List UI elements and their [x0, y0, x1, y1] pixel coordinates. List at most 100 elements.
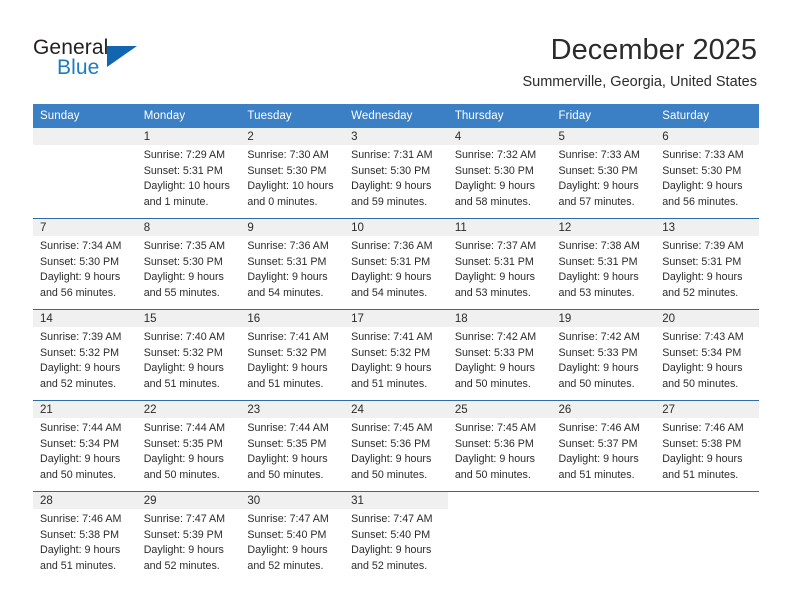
calendar-day-cell[interactable]: 31 Sunrise: 7:47 AM Sunset: 5:40 PM Dayligh… — [344, 492, 448, 582]
day-number: 26 — [551, 401, 656, 418]
day-number — [655, 492, 759, 509]
day-detail-line: Sunset: 5:36 PM — [454, 437, 534, 450]
day-number: 8 — [136, 219, 241, 236]
calendar-day-cell[interactable]: 29 Sunrise: 7:47 AM Sunset: 5:39 PM Dayligh… — [136, 492, 241, 582]
day-detail-line: Sunset: 5:31 PM — [454, 255, 534, 268]
calendar-day-cell[interactable]: 8 Sunrise: 7:35 AM Sunset: 5:30 PM Daylight… — [136, 219, 241, 309]
day-detail-line: Sunset: 5:30 PM — [351, 164, 431, 177]
day-detail-line: Sunset: 5:30 PM — [558, 164, 638, 177]
day-detail-line: Sunrise: 7:32 AM — [454, 149, 537, 161]
day-detail-line: Sunset: 5:31 PM — [143, 164, 223, 177]
day-detail-line: and 50 minutes. — [662, 377, 739, 390]
day-detail-line: Daylight: 9 hours — [351, 271, 432, 284]
day-detail-line: and 52 minutes. — [247, 559, 324, 572]
calendar-day-cell[interactable]: 1 Sunrise: 7:29 AM Sunset: 5:31 PM Daylight… — [136, 128, 241, 218]
day-detail-line: and 57 minutes. — [558, 195, 635, 208]
day-detail-line: and 53 minutes. — [454, 286, 531, 299]
day-detail-line: Sunset: 5:33 PM — [454, 346, 534, 359]
day-detail-line: Daylight: 9 hours — [558, 453, 639, 466]
calendar-week-row: 14 Sunrise: 7:39 AM Sunset: 5:32 PM Dayligh… — [33, 309, 759, 401]
weekday-header-saturday: Saturday — [655, 104, 759, 128]
calendar-day-cell[interactable]: 9 Sunrise: 7:36 AM Sunset: 5:31 PM Daylight… — [240, 219, 345, 309]
day-number: 21 — [33, 401, 137, 418]
day-detail-line: Sunrise: 7:36 AM — [351, 240, 433, 252]
calendar-day-cell[interactable]: 15 Sunrise: 7:40 AM Sunset: 5:32 PM Dayligh… — [136, 310, 241, 400]
day-detail-line: Sunset: 5:35 PM — [247, 437, 327, 450]
day-number: 19 — [551, 310, 656, 327]
day-detail-line: Daylight: 9 hours — [247, 544, 328, 557]
calendar-day-cell[interactable]: 6 Sunrise: 7:33 AM Sunset: 5:30 PM Daylight… — [655, 128, 759, 218]
day-detail-line: Sunset: 5:34 PM — [40, 437, 120, 450]
calendar-day-cell[interactable]: 3 Sunrise: 7:31 AM Sunset: 5:30 PM Daylight… — [344, 128, 448, 218]
day-number: 3 — [344, 128, 448, 145]
day-detail-line: Sunset: 5:31 PM — [351, 255, 431, 268]
calendar-day-cell[interactable]: 30 Sunrise: 7:47 AM Sunset: 5:40 PM Dayligh… — [240, 492, 345, 582]
calendar-week-row: 28 Sunrise: 7:46 AM Sunset: 5:38 PM Dayligh… — [33, 491, 759, 582]
day-details: Sunrise: 7:46 AM Sunset: 5:37 PM Daylight:… — [552, 418, 656, 483]
day-detail-line: Daylight: 9 hours — [662, 271, 743, 284]
day-detail-line: Daylight: 10 hours — [143, 180, 230, 193]
calendar-day-cell[interactable]: 26 Sunrise: 7:46 AM Sunset: 5:37 PM Dayligh… — [551, 401, 656, 491]
calendar-page: General Blue December 2025 Summerville, … — [0, 0, 792, 612]
day-number: 28 — [33, 492, 137, 509]
calendar-day-cell[interactable]: 28 Sunrise: 7:46 AM Sunset: 5:38 PM Dayligh… — [33, 492, 137, 582]
day-details: Sunrise: 7:43 AM Sunset: 5:34 PM Daylight:… — [655, 327, 759, 392]
calendar-day-cell[interactable]: 22 Sunrise: 7:44 AM Sunset: 5:35 PM Dayligh… — [136, 401, 241, 491]
day-detail-line: and 50 minutes. — [143, 468, 220, 481]
day-detail-line: Sunrise: 7:35 AM — [143, 240, 226, 252]
day-detail-line: Sunset: 5:32 PM — [143, 346, 223, 359]
calendar-day-cell[interactable]: 27 Sunrise: 7:46 AM Sunset: 5:38 PM Dayligh… — [655, 401, 759, 491]
day-detail-line: Sunset: 5:31 PM — [662, 255, 742, 268]
day-detail-line: Daylight: 9 hours — [40, 453, 121, 466]
calendar-day-cell[interactable]: 24 Sunrise: 7:45 AM Sunset: 5:36 PM Dayligh… — [344, 401, 448, 491]
day-detail-line: and 55 minutes. — [143, 286, 220, 299]
calendar-header-row: Sunday Monday Tuesday Wednesday Thursday… — [33, 104, 759, 128]
calendar-day-cell[interactable]: 4 Sunrise: 7:32 AM Sunset: 5:30 PM Daylight… — [447, 128, 552, 218]
day-number: 5 — [551, 128, 656, 145]
calendar-day-cell[interactable]: 14 Sunrise: 7:39 AM Sunset: 5:32 PM Dayligh… — [33, 310, 137, 400]
day-details: Sunrise: 7:37 AM Sunset: 5:31 PM Daylight:… — [448, 236, 552, 301]
day-number — [33, 128, 137, 145]
calendar-day-cell[interactable]: 18 Sunrise: 7:42 AM Sunset: 5:33 PM Dayligh… — [447, 310, 552, 400]
day-number: 30 — [240, 492, 345, 509]
day-number: 7 — [33, 219, 137, 236]
day-number: 25 — [447, 401, 552, 418]
day-details — [655, 509, 759, 512]
day-details: Sunrise: 7:42 AM Sunset: 5:33 PM Daylight:… — [448, 327, 552, 392]
calendar-day-cell[interactable]: 12 Sunrise: 7:38 AM Sunset: 5:31 PM Dayligh… — [551, 219, 656, 309]
brand-logo[interactable]: General Blue — [33, 36, 233, 88]
day-detail-line: Sunrise: 7:29 AM — [143, 149, 226, 161]
calendar-day-cell[interactable]: 21 Sunrise: 7:44 AM Sunset: 5:34 PM Dayligh… — [33, 401, 137, 491]
day-number: 20 — [655, 310, 759, 327]
calendar-day-cell[interactable]: 23 Sunrise: 7:44 AM Sunset: 5:35 PM Dayligh… — [240, 401, 345, 491]
weekday-header-wednesday: Wednesday — [344, 104, 448, 128]
day-detail-line: Sunset: 5:40 PM — [247, 528, 327, 541]
day-detail-line: and 51 minutes. — [247, 377, 324, 390]
day-detail-line: and 53 minutes. — [558, 286, 635, 299]
calendar-day-cell[interactable]: 7 Sunrise: 7:34 AM Sunset: 5:30 PM Daylight… — [33, 219, 137, 309]
calendar-day-cell[interactable]: 13 Sunrise: 7:39 AM Sunset: 5:31 PM Dayligh… — [655, 219, 759, 309]
day-detail-line: Sunrise: 7:40 AM — [143, 331, 226, 343]
page-title: December 2025 — [550, 34, 757, 66]
calendar-day-cell[interactable]: 19 Sunrise: 7:42 AM Sunset: 5:33 PM Dayligh… — [551, 310, 656, 400]
day-number — [552, 492, 656, 509]
calendar-day-cell[interactable]: 10 Sunrise: 7:36 AM Sunset: 5:31 PM Dayligh… — [344, 219, 448, 309]
triangle-logo-icon — [107, 46, 137, 67]
day-detail-line: Sunrise: 7:47 AM — [143, 513, 226, 525]
calendar-day-cell[interactable]: 2 Sunrise: 7:30 AM Sunset: 5:30 PM Daylight… — [240, 128, 345, 218]
day-detail-line: Sunrise: 7:38 AM — [558, 240, 640, 252]
calendar-day-cell[interactable]: 25 Sunrise: 7:45 AM Sunset: 5:36 PM Dayligh… — [447, 401, 552, 491]
calendar-day-cell[interactable]: 5 Sunrise: 7:33 AM Sunset: 5:30 PM Daylight… — [551, 128, 656, 218]
day-detail-line: Sunset: 5:30 PM — [143, 255, 223, 268]
calendar-day-cell[interactable]: 20 Sunrise: 7:43 AM Sunset: 5:34 PM Dayligh… — [655, 310, 759, 400]
day-detail-line: Daylight: 10 hours — [247, 180, 334, 193]
day-number: 17 — [344, 310, 448, 327]
calendar-day-cell[interactable]: 17 Sunrise: 7:41 AM Sunset: 5:32 PM Dayligh… — [344, 310, 448, 400]
day-detail-line: Daylight: 9 hours — [40, 362, 121, 375]
day-detail-line: Sunrise: 7:36 AM — [247, 240, 329, 252]
calendar-day-cell[interactable]: 11 Sunrise: 7:37 AM Sunset: 5:31 PM Dayligh… — [447, 219, 552, 309]
day-detail-line: Daylight: 9 hours — [247, 453, 328, 466]
calendar-day-cell[interactable]: 16 Sunrise: 7:41 AM Sunset: 5:32 PM Dayligh… — [240, 310, 345, 400]
day-detail-line: Daylight: 9 hours — [454, 271, 536, 284]
day-detail-line: Daylight: 9 hours — [558, 362, 639, 375]
